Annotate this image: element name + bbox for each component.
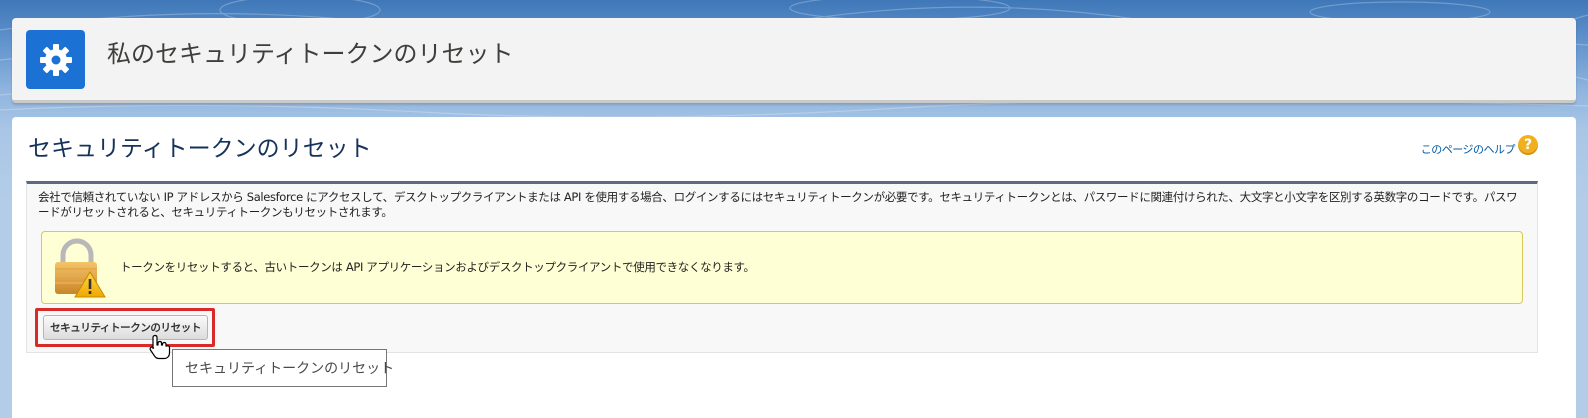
section-title: セキュリティトークンのリセット [28, 136, 372, 162]
page-header: 私のセキュリティトークンのリセット [12, 18, 1576, 103]
description-text: 会社で信頼されていない IP アドレスから Salesforce にアクセスして… [38, 190, 1518, 219]
reset-token-panel: 会社で信頼されていない IP アドレスから Salesforce にアクセスして… [26, 181, 1538, 353]
tooltip: セキュリティトークンのリセット [172, 349, 394, 387]
warning-message: トークンをリセットすると、古いトークンは API アプリケーションおよびデスクト… [41, 231, 1523, 304]
reset-security-token-button[interactable]: セキュリティトークンのリセット [43, 315, 208, 340]
help-link[interactable]: このページのヘルプ [1421, 141, 1516, 157]
warning-text: トークンをリセットすると、古いトークンは API アプリケーションおよびデスクト… [120, 260, 755, 274]
question-icon[interactable]: ? [1518, 135, 1538, 155]
gear-icon [26, 30, 85, 89]
hand-cursor-icon [149, 334, 171, 360]
page-title: 私のセキュリティトークンのリセット [107, 40, 514, 68]
lock-warning-icon [55, 238, 106, 298]
